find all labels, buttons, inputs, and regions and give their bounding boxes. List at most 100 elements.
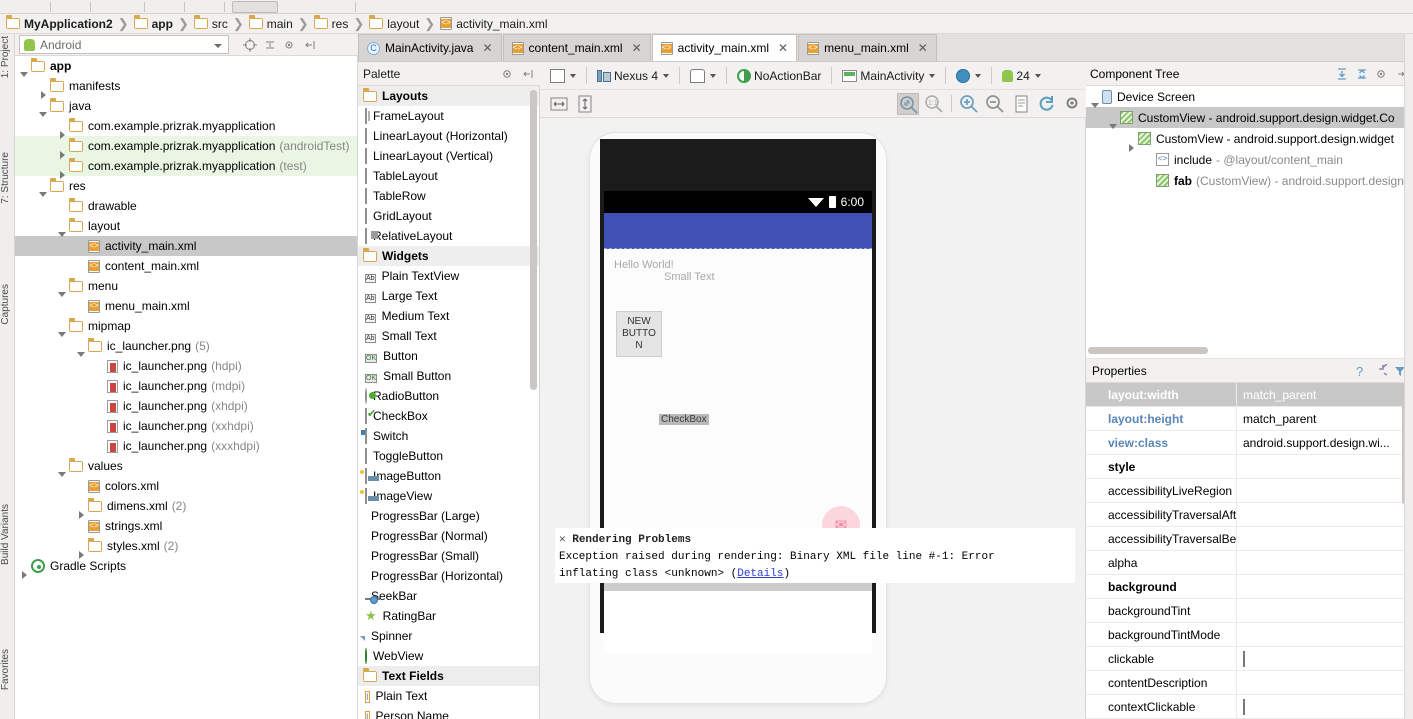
cut-icon[interactable] — [98, 2, 109, 12]
editor-tab[interactable]: menu_main.xml ✕ — [798, 34, 937, 61]
property-value[interactable]: match_parent — [1236, 406, 1413, 431]
property-value[interactable]: match_parent — [1236, 383, 1413, 407]
checkbox-widget[interactable]: CheckBox — [659, 414, 709, 425]
tool-tab-structure[interactable]: 7: Structure — [0, 152, 15, 204]
app-bar[interactable] — [604, 213, 872, 249]
palette-item[interactable]: OK Button — [358, 346, 539, 366]
palette-item[interactable]: ImageView — [358, 486, 539, 506]
zoom-out-icon[interactable] — [984, 93, 1006, 115]
property-row[interactable]: accessibilityTraversalAfte — [1086, 502, 1413, 527]
palette-item[interactable]: ★ RatingBar — [358, 606, 539, 626]
palette-item[interactable]: OK Small Button — [358, 366, 539, 386]
small-text-textview[interactable]: Small Text — [664, 271, 715, 283]
main-toolbar[interactable] — [0, 0, 1413, 14]
property-row[interactable]: contentDescription — [1086, 670, 1413, 695]
tool-tab-captures[interactable]: Captures — [0, 284, 15, 325]
tree-node[interactable]: ic_launcher.png (5) — [15, 336, 357, 357]
tool-tab-favorites[interactable]: Favorites — [0, 649, 15, 690]
find-icon[interactable] — [152, 2, 163, 12]
theme-selector[interactable]: NoActionBar — [733, 65, 825, 87]
tree-node[interactable]: dimens.xml (2) — [15, 496, 357, 519]
designer-toolbar-row1[interactable]: Nexus 4 NoActionBar MainActivity 24 — [540, 62, 1086, 90]
tree-node[interactable]: styles.xml (2) — [15, 536, 357, 559]
tree-node[interactable]: java — [15, 96, 357, 117]
palette-item[interactable]: GridLayout — [358, 206, 539, 226]
palette-item[interactable]: TableLayout — [358, 166, 539, 186]
breadcrumb-item-main[interactable]: main — [247, 14, 295, 34]
locale-selector[interactable] — [952, 65, 985, 87]
editor-tab[interactable]: activity_main.xml ✕ — [651, 34, 798, 61]
stop-icon[interactable] — [337, 2, 348, 12]
copy-icon[interactable] — [112, 2, 123, 12]
close-icon[interactable]: ✕ — [918, 41, 928, 55]
property-value[interactable] — [1236, 478, 1413, 503]
tool-tab-build-variants[interactable]: Build Variants — [0, 504, 15, 565]
palette-item[interactable]: ImageButton — [358, 466, 539, 486]
property-checkbox[interactable] — [1243, 650, 1245, 667]
palette-item[interactable]: Spinner — [358, 626, 539, 646]
tree-node[interactable]: layout — [15, 216, 357, 237]
property-row[interactable]: layout:height match_parent — [1086, 406, 1413, 431]
tree-node[interactable]: res — [15, 176, 357, 197]
content-area[interactable]: Hello World! Small Text NEW BUTTO N CheckB… — [604, 249, 872, 553]
properties-table[interactable]: layout:width match_parent layout:height mat… — [1086, 383, 1413, 719]
property-value[interactable] — [1236, 646, 1413, 671]
palette-group-header[interactable]: Text Fields — [358, 666, 539, 686]
collapse-all-icon[interactable] — [263, 38, 277, 52]
settings-gear-icon[interactable] — [283, 38, 297, 52]
breadcrumb-item-src[interactable]: src — [192, 14, 230, 34]
property-checkbox[interactable] — [1243, 698, 1245, 715]
breadcrumb-item-file[interactable]: activity_main.xml — [438, 14, 549, 34]
designer-toolbar-row2[interactable]: 1:1 — [540, 90, 1086, 118]
tree-node[interactable]: com.example.prizrak.myapplication (androi… — [15, 136, 357, 159]
component-tree-row[interactable]: <> include - @layout/content_main — [1086, 149, 1413, 170]
component-tree-row[interactable]: Device Screen — [1086, 86, 1413, 108]
component-tree-row[interactable]: CustomView - android.support.design.widg… — [1086, 128, 1413, 152]
tree-node[interactable]: menu — [15, 276, 357, 297]
tree-node[interactable]: ic_launcher.png (hdpi) — [15, 356, 357, 376]
tree-node[interactable]: values — [15, 456, 357, 477]
constrain-height-icon[interactable] — [574, 93, 596, 115]
tree-node[interactable]: com.example.prizrak.myapplication (test) — [15, 156, 357, 179]
property-row[interactable]: layout:width match_parent — [1086, 383, 1413, 407]
back-nav-icon[interactable] — [192, 2, 203, 12]
sync-gradle-icon[interactable] — [363, 2, 374, 12]
palette-item[interactable]: Switch — [358, 426, 539, 446]
close-icon[interactable]: ✕ — [559, 534, 566, 546]
open-icon[interactable] — [4, 2, 15, 12]
device-monitor-icon[interactable] — [405, 2, 416, 12]
palette-item[interactable]: Ab Medium Text — [358, 306, 539, 326]
blueprint-mode-icon[interactable] — [1010, 93, 1032, 115]
palette-item[interactable]: FrameLayout — [358, 106, 539, 126]
paste-icon[interactable] — [126, 2, 137, 12]
constrain-width-icon[interactable] — [548, 93, 570, 115]
component-tree-row[interactable]: CustomView - android.support.design.widg… — [1086, 107, 1413, 129]
breadcrumb-item-res[interactable]: res — [312, 14, 351, 34]
details-link[interactable]: Details — [737, 568, 783, 580]
project-view-selector[interactable]: Android — [19, 35, 229, 54]
settings-gear-icon[interactable] — [1375, 67, 1389, 81]
palette-item[interactable]: RelativeLayout — [358, 226, 539, 246]
close-icon[interactable]: ✕ — [778, 41, 788, 55]
settings-gear-icon[interactable] — [501, 67, 515, 81]
tree-node[interactable]: com.example.prizrak.myapplication — [15, 116, 357, 139]
run-configuration-selector[interactable] — [232, 0, 278, 13]
tree-node[interactable]: ic_launcher.png (xxxhdpi) — [15, 436, 357, 456]
property-row[interactable]: backgroundTintMode — [1086, 622, 1413, 647]
sync-icon[interactable] — [32, 2, 43, 12]
editor-tab[interactable]: content_main.xml ✕ — [502, 34, 651, 61]
hide-panel-icon[interactable] — [521, 67, 535, 81]
search-everywhere-icon[interactable] — [419, 2, 430, 12]
component-tree-row[interactable]: fab (CustomView) - android.support.design… — [1086, 170, 1413, 191]
undo-icon[interactable] — [58, 2, 69, 12]
palette-item[interactable]: Ab Plain TextView — [358, 266, 539, 286]
palette-item[interactable]: ProgressBar (Small) — [358, 546, 539, 566]
project-tree[interactable]: app manifests java com.example.prizrak.myap… — [15, 56, 358, 719]
tree-node[interactable]: manifests — [15, 76, 357, 99]
design-canvas[interactable]: 6:00 Hello World! Small Text NEW BUTTO N C… — [540, 118, 1086, 719]
editor-tab-bar[interactable]: CMainActivity.java✕content_main.xml✕acti… — [358, 34, 1413, 62]
property-row[interactable]: background — [1086, 574, 1413, 599]
property-value[interactable] — [1236, 670, 1413, 695]
close-icon[interactable]: ✕ — [482, 41, 492, 55]
chevron-down-icon[interactable] — [214, 44, 222, 48]
